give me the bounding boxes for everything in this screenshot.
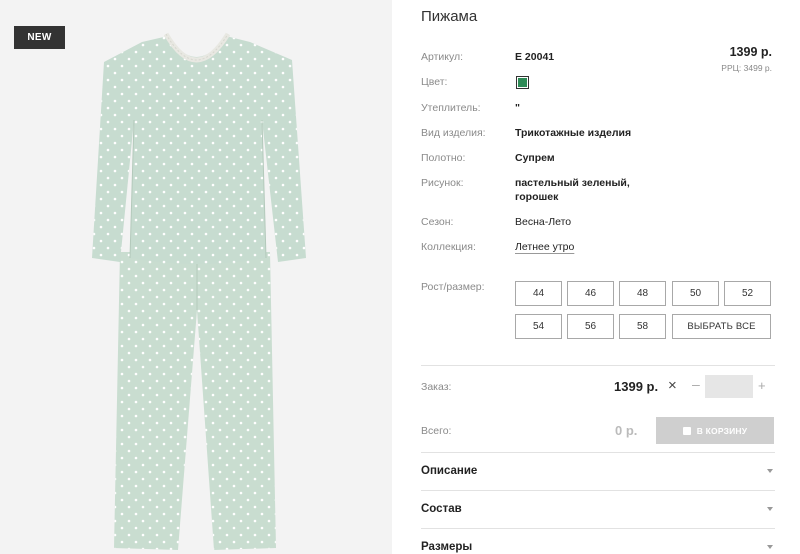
size-label: Рост/размер: [421,281,485,293]
size-option-50[interactable]: 50 [672,281,719,306]
attr-value-fabric: Супрем [515,152,555,164]
attr-value-pattern: пастельный зеленый, горошек [515,177,630,203]
quantity-plus-button[interactable]: + [758,378,766,393]
size-option-58[interactable]: 58 [619,314,666,339]
attr-label-collection: Коллекция: [421,241,476,253]
accordion-sizes[interactable]: Размеры [421,537,775,554]
new-badge: NEW [14,26,65,49]
product-image [92,32,306,550]
accordion-description[interactable]: Описание [421,461,775,481]
attr-label-season: Сезон: [421,216,454,228]
product-details: Пижама 1399 р. РРЦ: 3499 р. Артикул: E 2… [421,0,775,554]
chevron-down-icon [767,545,773,549]
attr-value-article: E 20041 [515,51,555,63]
add-to-cart-label: В КОРЗИНУ [696,425,748,436]
times-icon: × [668,377,677,394]
size-option-44[interactable]: 44 [515,281,562,306]
chevron-down-icon [767,507,773,511]
divider [421,490,775,491]
attr-label-color: Цвет: [421,76,448,88]
total-label: Всего: [421,425,452,437]
quantity-input[interactable] [705,375,753,398]
attr-label-fabric: Полотно: [421,152,466,164]
chevron-down-icon [767,469,773,473]
order-price: 1399 р. [614,379,659,394]
attr-label-insulation: Утеплитель: [421,102,481,114]
size-option-46[interactable]: 46 [567,281,614,306]
accordion-sizes-label: Размеры [421,541,473,553]
shopping-bag-icon [682,426,691,435]
color-swatch-fill [518,78,527,87]
attr-value-season: Весна-Лето [515,216,572,228]
attr-label-type: Вид изделия: [421,127,486,139]
divider [421,452,775,453]
color-swatch[interactable] [516,76,529,89]
order-label: Заказ: [421,381,452,393]
attr-label-article: Артикул: [421,51,464,63]
total-value: 0 р. [615,423,638,438]
size-option-56[interactable]: 56 [567,314,614,339]
attr-value-insulation: " [515,102,520,114]
attr-value-type: Трикотажные изделия [515,127,632,139]
accordion-composition-label: Состав [421,503,462,515]
divider [421,365,775,366]
size-option-52[interactable]: 52 [724,281,771,306]
product-title: Пижама [421,8,478,25]
add-to-cart-button[interactable]: В КОРЗИНУ [656,417,774,444]
select-all-sizes-button[interactable]: ВЫБРАТЬ ВСЕ [672,314,771,339]
attr-label-pattern: Рисунок: [421,177,464,189]
product-price: 1399 р. [729,45,772,59]
size-option-54[interactable]: 54 [515,314,562,339]
accordion-description-label: Описание [421,465,478,477]
quantity-minus-button[interactable]: – [692,376,700,392]
accordion-composition[interactable]: Состав [421,499,775,519]
divider [421,528,775,529]
product-image-panel: NEW [0,0,392,554]
size-option-48[interactable]: 48 [619,281,666,306]
collection-link[interactable]: Летнее утро [515,240,574,254]
product-rrp: РРЦ: 3499 р. [721,63,772,73]
